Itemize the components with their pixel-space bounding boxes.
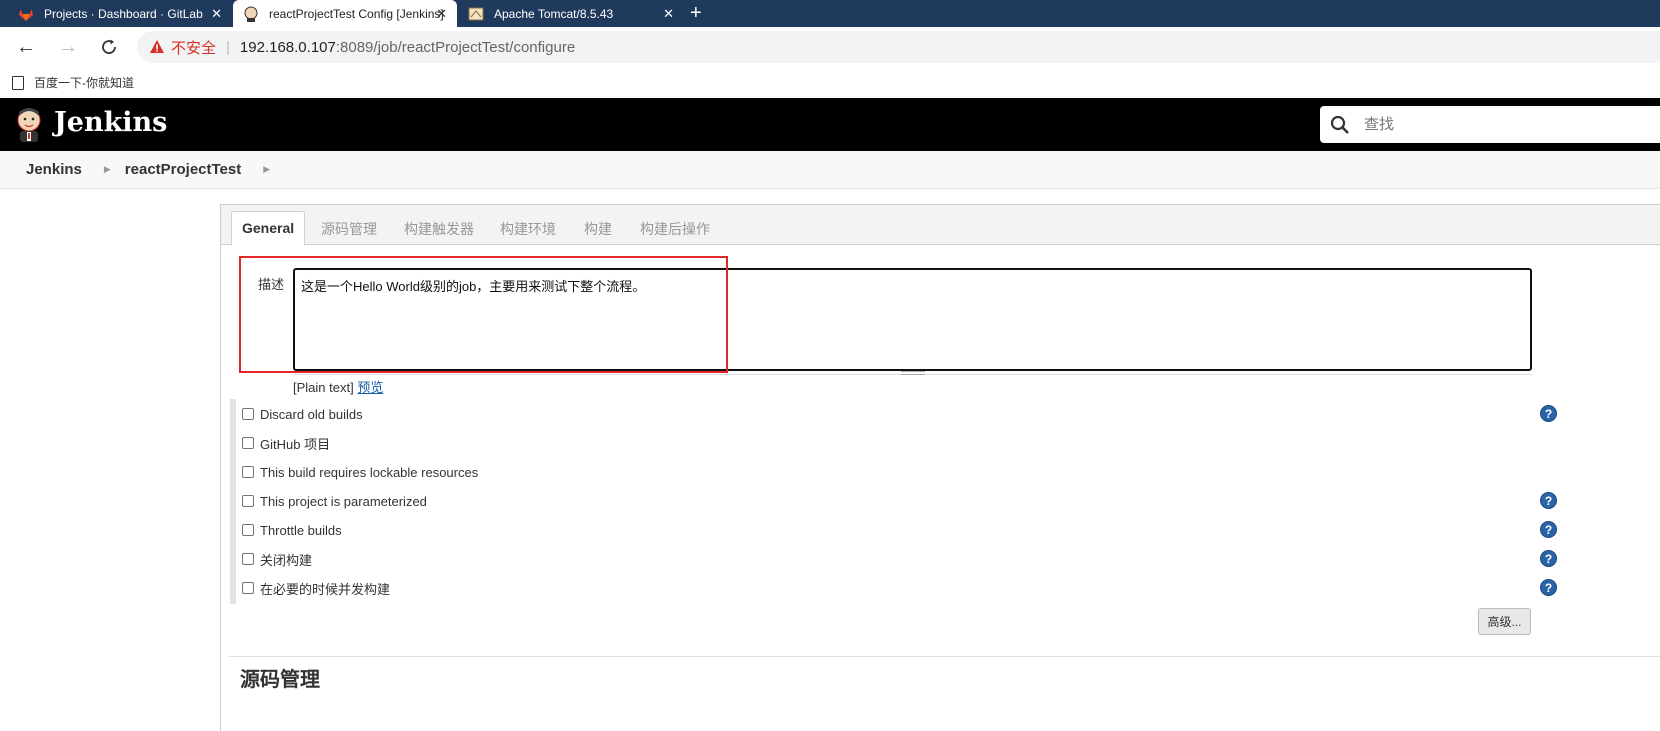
option-label: This project is parameterized (260, 493, 427, 509)
forward-icon[interactable]: → (56, 35, 80, 59)
bookmark-baidu[interactable]: 百度一下-你就知道 (12, 74, 134, 91)
help-icon[interactable]: ? (1540, 492, 1557, 509)
option-lockable-resources[interactable]: This build requires lockable resources (242, 462, 478, 482)
option-disable-build[interactable]: 关闭构建 (242, 549, 312, 569)
reload-icon[interactable] (97, 35, 121, 59)
tab-build-environment[interactable]: 构建环境 (500, 219, 556, 239)
help-icon[interactable]: ? (1540, 405, 1557, 422)
tab-post-build[interactable]: 构建后操作 (640, 219, 710, 239)
search-input[interactable] (1362, 115, 1642, 134)
plain-text-label: [Plain text] (293, 380, 354, 395)
new-tab-icon[interactable]: + (690, 2, 702, 24)
gitlab-icon (18, 6, 34, 22)
browser-tab-label: Projects · Dashboard · GitLab (44, 6, 203, 21)
divider: | (226, 38, 230, 56)
browser-tab-label: reactProjectTest Config [Jenkins] (269, 6, 444, 21)
config-tab-bar: General 源码管理 构建触发器 构建环境 构建 构建后操作 (221, 205, 1660, 246)
option-discard-old-builds[interactable]: Discard old builds (242, 404, 363, 424)
preview-link[interactable]: 预览 (357, 380, 383, 395)
help-icon[interactable]: ? (1540, 550, 1557, 567)
option-label: Throttle builds (260, 522, 342, 538)
bookmarks-bar: 百度一下-你就知道 (0, 67, 1660, 98)
url-path: :8089/job/reactProjectTest/configure (335, 38, 576, 56)
tab-general[interactable]: General (231, 211, 306, 246)
checkbox[interactable] (242, 437, 254, 449)
option-label: 在必要的时候并发构建 (260, 581, 391, 597)
security-label[interactable]: 不安全 (171, 37, 216, 58)
jenkins-icon (243, 6, 259, 22)
option-label: This build requires lockable resources (260, 464, 479, 480)
tomcat-icon (468, 6, 484, 22)
browser-tab-tomcat[interactable]: Apache Tomcat/8.5.43 ✕ (458, 0, 684, 27)
browser-toolbar: ← → 不安全 | 192.168.0.107 :8089/job/reactP… (0, 27, 1660, 67)
breadcrumb: Jenkins ▶ reactProjectTest ▶ (0, 151, 1660, 189)
browser-tab-strip: Projects · Dashboard · GitLab ✕ reactPro… (0, 0, 1660, 27)
tab-scm[interactable]: 源码管理 (321, 219, 377, 239)
option-label: GitHub 项目 (260, 436, 331, 452)
config-panel: General 源码管理 构建触发器 构建环境 构建 构建后操作 描述 这是一个… (220, 204, 1660, 731)
option-concurrent-builds[interactable]: 在必要的时候并发构建 (242, 578, 390, 598)
browser-tab-jenkins[interactable]: reactProjectTest Config [Jenkins] ✕ (233, 0, 457, 27)
search-icon (1330, 115, 1350, 135)
section-divider (229, 656, 1660, 657)
jenkins-logo[interactable] (14, 106, 44, 142)
option-parameterized[interactable]: This project is parameterized (242, 491, 427, 511)
close-icon[interactable]: ✕ (211, 6, 222, 22)
page-icon (12, 75, 24, 90)
close-icon[interactable]: ✕ (436, 6, 447, 22)
option-label: 关闭构建 (260, 552, 313, 568)
search-box[interactable] (1320, 106, 1660, 143)
checkbox[interactable] (242, 553, 254, 565)
breadcrumb-project[interactable]: reactProjectTest (125, 161, 241, 178)
jenkins-title[interactable]: Jenkins (54, 107, 167, 138)
option-label: Discard old builds (260, 406, 363, 422)
chevron-right-icon[interactable]: ▶ (104, 164, 111, 175)
warning-icon (149, 39, 165, 55)
description-format: [Plain text] 预览 (293, 377, 383, 396)
options-group-bar (230, 399, 236, 604)
option-throttle-builds[interactable]: Throttle builds (242, 520, 342, 540)
section-title-scm: 源码管理 (240, 669, 320, 691)
browser-tab-gitlab[interactable]: Projects · Dashboard · GitLab ✕ (0, 0, 232, 27)
tab-build[interactable]: 构建 (584, 219, 612, 239)
help-icon[interactable]: ? (1540, 579, 1557, 596)
checkbox[interactable] (242, 466, 254, 478)
chevron-right-icon[interactable]: ▶ (263, 164, 270, 175)
bookmark-label: 百度一下-你就知道 (34, 76, 134, 90)
checkbox[interactable] (242, 582, 254, 594)
close-icon[interactable]: ✕ (663, 6, 674, 22)
browser-tab-label: Apache Tomcat/8.5.43 (494, 6, 614, 21)
back-icon[interactable]: ← (14, 35, 38, 59)
help-icon[interactable]: ? (1540, 521, 1557, 538)
checkbox[interactable] (242, 524, 254, 536)
tab-build-triggers[interactable]: 构建触发器 (404, 219, 474, 239)
advanced-button[interactable]: 高级... (1478, 608, 1531, 635)
url-host: 192.168.0.107 (239, 38, 336, 56)
checkbox[interactable] (242, 408, 254, 420)
option-github-project[interactable]: GitHub 项目 (242, 433, 330, 453)
annotation-highlight-box (239, 256, 728, 373)
jenkins-header: Jenkins (0, 98, 1660, 151)
checkbox[interactable] (242, 495, 254, 507)
address-bar[interactable]: 不安全 | 192.168.0.107 :8089/job/reactProje… (137, 31, 1660, 63)
resize-handle[interactable] (901, 371, 925, 375)
breadcrumb-jenkins[interactable]: Jenkins (26, 161, 82, 178)
